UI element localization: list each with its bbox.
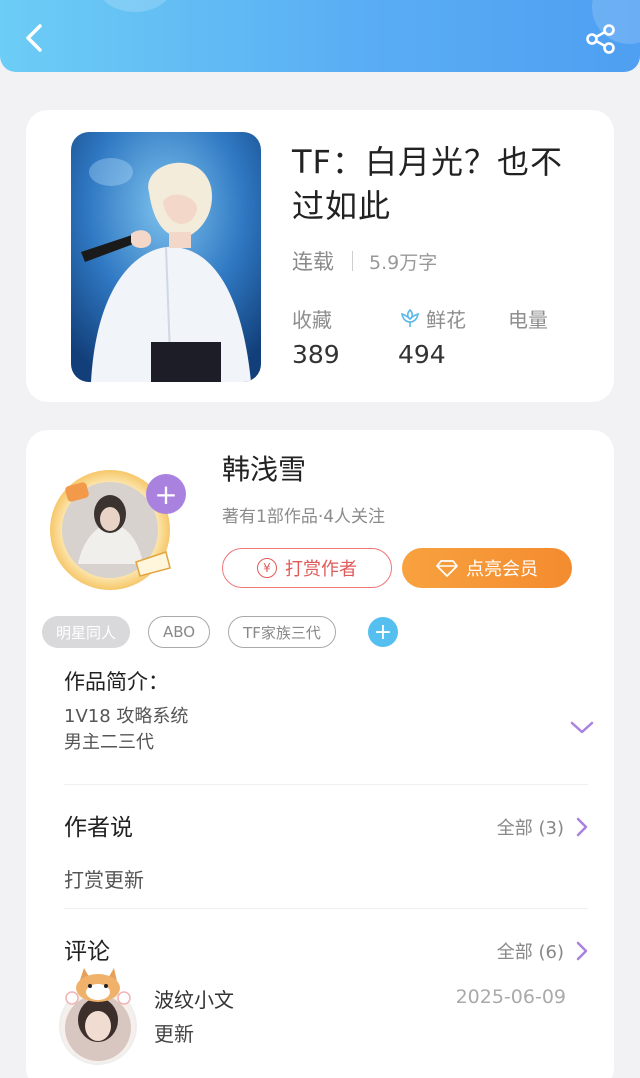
author-avatar[interactable]: + — [48, 464, 188, 594]
chevron-right-icon — [576, 941, 588, 961]
author-name[interactable]: 韩浅雪 — [222, 448, 306, 488]
share-button[interactable] — [584, 22, 618, 56]
divider — [352, 251, 353, 271]
plus-icon: + — [373, 619, 393, 645]
stat-flowers[interactable]: 鲜花 494 — [398, 304, 466, 370]
chevron-left-icon — [26, 24, 42, 52]
intro-line: 男主二三代 — [64, 732, 154, 753]
serial-status: 连载 — [292, 250, 334, 274]
author-say-more-link[interactable]: 全部 (3) — [497, 814, 588, 840]
stat-power[interactable]: 电量 — [508, 304, 548, 340]
diamond-icon — [436, 560, 458, 577]
book-meta: 连载 5.9万字 — [292, 246, 437, 276]
tag-list: 明星同人 ABO TF家族三代 + — [42, 616, 398, 648]
author-say-title: 作者说 — [64, 815, 133, 841]
follow-author-button[interactable]: + — [146, 474, 186, 514]
author-say-text: 打赏更新 — [64, 868, 144, 892]
chevron-down-icon — [570, 721, 594, 734]
chevron-right-icon — [576, 817, 588, 837]
share-icon — [586, 24, 615, 54]
decor-bubble — [96, 0, 174, 12]
top-bar — [0, 0, 640, 72]
author-detail-card: + 韩浅雪 著有1部作品·4人关注 ¥ 打赏作者 点亮会员 明星同人 ABO T… — [26, 430, 614, 1078]
intro-text: 1V18 攻略系统 男主二三代 — [64, 704, 188, 756]
book-title: TF：白月光？也不过如此 — [292, 143, 563, 225]
tip-author-button[interactable]: ¥ 打赏作者 — [222, 548, 392, 588]
intro-line: 1V18 攻略系统 — [64, 706, 189, 727]
more-label: 全部 (6) — [496, 942, 564, 963]
plus-icon: + — [154, 477, 178, 511]
book-info-card: TF：白月光？也不过如此 连载 5.9万字 收藏 389 鲜花 494 电量 — [26, 110, 614, 402]
stat-favorites[interactable]: 收藏 389 — [292, 304, 340, 370]
commenter-name[interactable]: 波纹小文 — [154, 984, 234, 1013]
coin-icon: ¥ — [257, 558, 277, 578]
stat-label: 电量 — [508, 307, 548, 332]
intro-title: 作品简介： — [64, 670, 169, 694]
stat-value: 494 — [398, 340, 446, 369]
vip-button[interactable]: 点亮会员 — [402, 548, 572, 588]
book-cover[interactable] — [71, 132, 261, 382]
flower-icon — [400, 308, 420, 327]
stat-label: 收藏 — [292, 307, 332, 332]
stat-value: 389 — [292, 340, 340, 369]
comment-text: 更新 — [154, 1022, 194, 1046]
commenter-avatar[interactable] — [48, 958, 144, 1068]
back-button[interactable] — [18, 20, 50, 56]
tip-author-label: 打赏作者 — [285, 559, 357, 580]
more-label: 全部 (3) — [496, 818, 564, 839]
comments-more-link[interactable]: 全部 (6) — [497, 938, 588, 964]
comment-date: 2025-06-09 — [455, 986, 566, 1008]
add-tag-button[interactable]: + — [367, 617, 398, 647]
divider — [64, 908, 588, 909]
divider — [64, 784, 588, 785]
tag-chip[interactable]: 明星同人 — [42, 616, 131, 648]
tag-chip[interactable]: ABO — [148, 616, 211, 648]
author-info: 著有1部作品·4人关注 — [222, 507, 386, 527]
vip-label: 点亮会员 — [466, 559, 538, 580]
tag-chip[interactable]: TF家族三代 — [228, 616, 336, 648]
stat-label: 鲜花 — [426, 307, 466, 332]
word-count: 5.9万字 — [369, 251, 438, 274]
expand-intro-button[interactable] — [570, 720, 594, 739]
